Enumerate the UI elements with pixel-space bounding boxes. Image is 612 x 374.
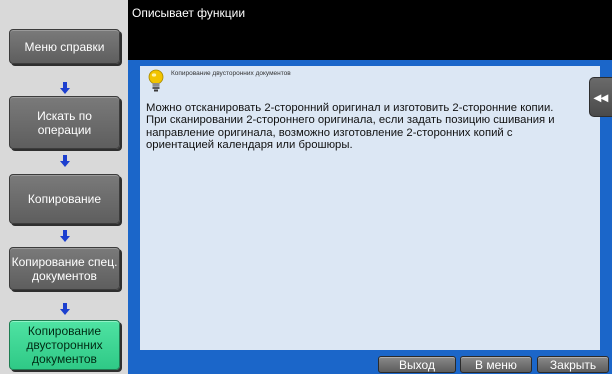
- topic-title: Копирование двусторонних документов: [171, 70, 291, 77]
- down-arrow-icon: [60, 303, 70, 315]
- nav-search-by-operation-button[interactable]: Искать по операции: [9, 96, 120, 149]
- help-navigation: Меню справки Искать по операции Копирова…: [0, 0, 128, 374]
- down-arrow-icon: [60, 230, 70, 242]
- close-button[interactable]: Закрыть: [537, 356, 609, 373]
- nav-item-label: Искать по операции: [37, 108, 92, 137]
- exit-button[interactable]: Выход: [378, 356, 456, 373]
- nav-item-label: Копирование спец. документов: [11, 254, 118, 283]
- down-arrow-icon: [60, 155, 70, 167]
- menu-button[interactable]: В меню: [460, 356, 532, 373]
- nav-copying-button[interactable]: Копирование: [9, 174, 120, 224]
- nav-item-label: Меню справки: [24, 39, 105, 54]
- nav-item-label: Копирование: [27, 192, 102, 206]
- collapse-left-icon[interactable]: ◂◂: [589, 77, 612, 117]
- nav-item-label: Копирование двусторонних документов: [26, 324, 103, 366]
- page-title: Описывает функции: [132, 6, 246, 20]
- nav-duplex-copying-button[interactable]: Копирование двусторонних документов: [9, 320, 120, 370]
- nav-special-docs-copying-button[interactable]: Копирование спец. документов: [9, 247, 120, 290]
- function-description: Можно отсканировать 2-сторонний оригинал…: [146, 102, 555, 152]
- nav-help-menu-button[interactable]: Меню справки: [9, 29, 120, 64]
- lightbulb-icon: [148, 69, 164, 92]
- down-arrow-icon: [60, 82, 70, 94]
- header-bar: Описывает функции: [128, 0, 612, 60]
